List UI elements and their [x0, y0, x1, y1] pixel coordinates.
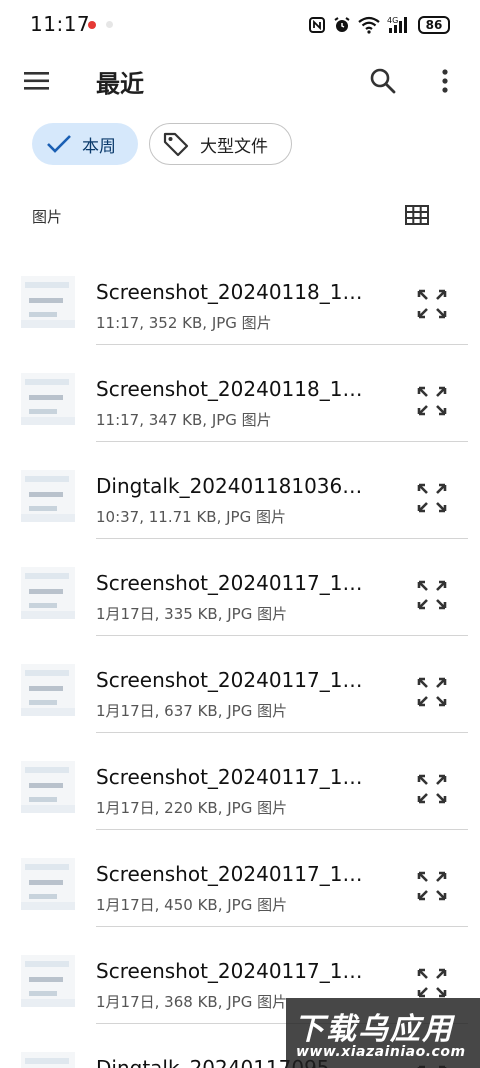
file-thumbnail — [21, 955, 75, 1007]
app-bar: 最近 — [0, 52, 480, 110]
nfc-icon — [309, 17, 325, 33]
file-thumbnail — [21, 664, 75, 716]
more-options-icon[interactable] — [432, 66, 458, 96]
watermark-title: 下载乌应用 — [294, 1012, 454, 1047]
file-name: Screenshot_20240117_16… — [96, 765, 366, 789]
filter-chip-this-week[interactable]: 本周 — [32, 123, 138, 165]
screen: 11:17 4G 86 最近 本周 大型文件 图片 Screenshot_202… — [0, 0, 480, 1068]
file-meta: 1月17日, 335 KB, JPG 图片 — [96, 605, 288, 623]
watermark-url: www.xiazainiao.com — [296, 1044, 466, 1060]
file-meta: 1月17日, 450 KB, JPG 图片 — [96, 896, 288, 914]
filter-chip-large-files[interactable]: 大型文件 — [149, 123, 292, 165]
file-meta: 1月17日, 637 KB, JPG 图片 — [96, 702, 288, 720]
expand-icon[interactable] — [416, 579, 448, 611]
file-thumbnail — [21, 470, 75, 522]
file-name: Screenshot_20240118_11… — [96, 280, 366, 304]
filter-chip-this-week-label: 本周 — [82, 136, 116, 157]
wifi-icon — [358, 16, 380, 34]
notification-icon-secondary — [106, 21, 113, 28]
file-thumbnail — [21, 1052, 75, 1068]
file-thumbnail — [21, 761, 75, 813]
expand-icon[interactable] — [416, 482, 448, 514]
status-icons: 4G 86 — [308, 13, 450, 37]
check-icon — [47, 135, 71, 153]
expand-icon[interactable] — [416, 676, 448, 708]
battery-icon: 86 — [418, 16, 450, 34]
menu-icon[interactable] — [22, 68, 52, 94]
expand-icon[interactable] — [416, 870, 448, 902]
notification-icon — [88, 21, 96, 29]
file-thumbnail — [21, 858, 75, 910]
file-meta: 11:17, 352 KB, JPG 图片 — [96, 314, 272, 332]
network-type: 4G — [387, 16, 398, 25]
file-meta: 10:37, 11.71 KB, JPG 图片 — [96, 508, 286, 526]
alarm-icon — [334, 17, 350, 32]
file-meta: 1月17日, 220 KB, JPG 图片 — [96, 799, 288, 817]
file-row[interactable]: Dingtalk_2024011810364… 10:37, 11.71 KB, … — [0, 442, 480, 539]
file-name: Screenshot_20240117_16… — [96, 862, 366, 886]
status-time: 11:17 — [30, 12, 91, 36]
file-thumbnail — [21, 567, 75, 619]
file-row[interactable]: Screenshot_20240117_16… 1月17日, 450 KB, JP… — [0, 830, 480, 927]
expand-icon[interactable] — [416, 967, 448, 999]
file-row[interactable]: Screenshot_20240117_16… 1月17日, 220 KB, JP… — [0, 733, 480, 830]
file-name: Screenshot_20240117_16… — [96, 959, 366, 983]
search-icon[interactable] — [368, 66, 398, 96]
file-row[interactable]: Screenshot_20240118_11… 11:17, 352 KB, JP… — [0, 248, 480, 345]
file-name: Screenshot_20240118_11… — [96, 377, 366, 401]
watermark-logo: 下载乌应用 www.xiazainiao.com — [286, 998, 480, 1068]
file-thumbnail — [21, 276, 75, 328]
file-meta: 1月17日, 368 KB, JPG 图片 — [96, 993, 288, 1011]
signal-icon: 4G — [387, 16, 407, 33]
file-name: Screenshot_20240117_16… — [96, 571, 366, 595]
expand-icon[interactable] — [416, 385, 448, 417]
expand-icon[interactable] — [416, 288, 448, 320]
status-bar: 11:17 4G 86 — [0, 0, 480, 50]
file-row[interactable]: Screenshot_20240118_11… 11:17, 347 KB, JP… — [0, 345, 480, 442]
filter-chip-large-files-label: 大型文件 — [200, 136, 268, 157]
page-title: 最近 — [96, 70, 144, 98]
tag-icon — [163, 132, 189, 157]
file-name: Dingtalk_2024011810364… — [96, 474, 366, 498]
file-row[interactable]: Screenshot_20240117_16… 1月17日, 335 KB, JP… — [0, 539, 480, 636]
expand-icon[interactable] — [416, 773, 448, 805]
file-list: Screenshot_20240118_11… 11:17, 352 KB, JP… — [0, 248, 480, 1068]
section-label: 图片 — [32, 208, 63, 226]
file-thumbnail — [21, 373, 75, 425]
grid-view-icon[interactable] — [405, 205, 429, 225]
file-meta: 11:17, 347 KB, JPG 图片 — [96, 411, 272, 429]
battery-level: 86 — [425, 18, 443, 32]
file-row[interactable]: Screenshot_20240117_16… 1月17日, 637 KB, JP… — [0, 636, 480, 733]
file-name: Screenshot_20240117_16… — [96, 668, 366, 692]
